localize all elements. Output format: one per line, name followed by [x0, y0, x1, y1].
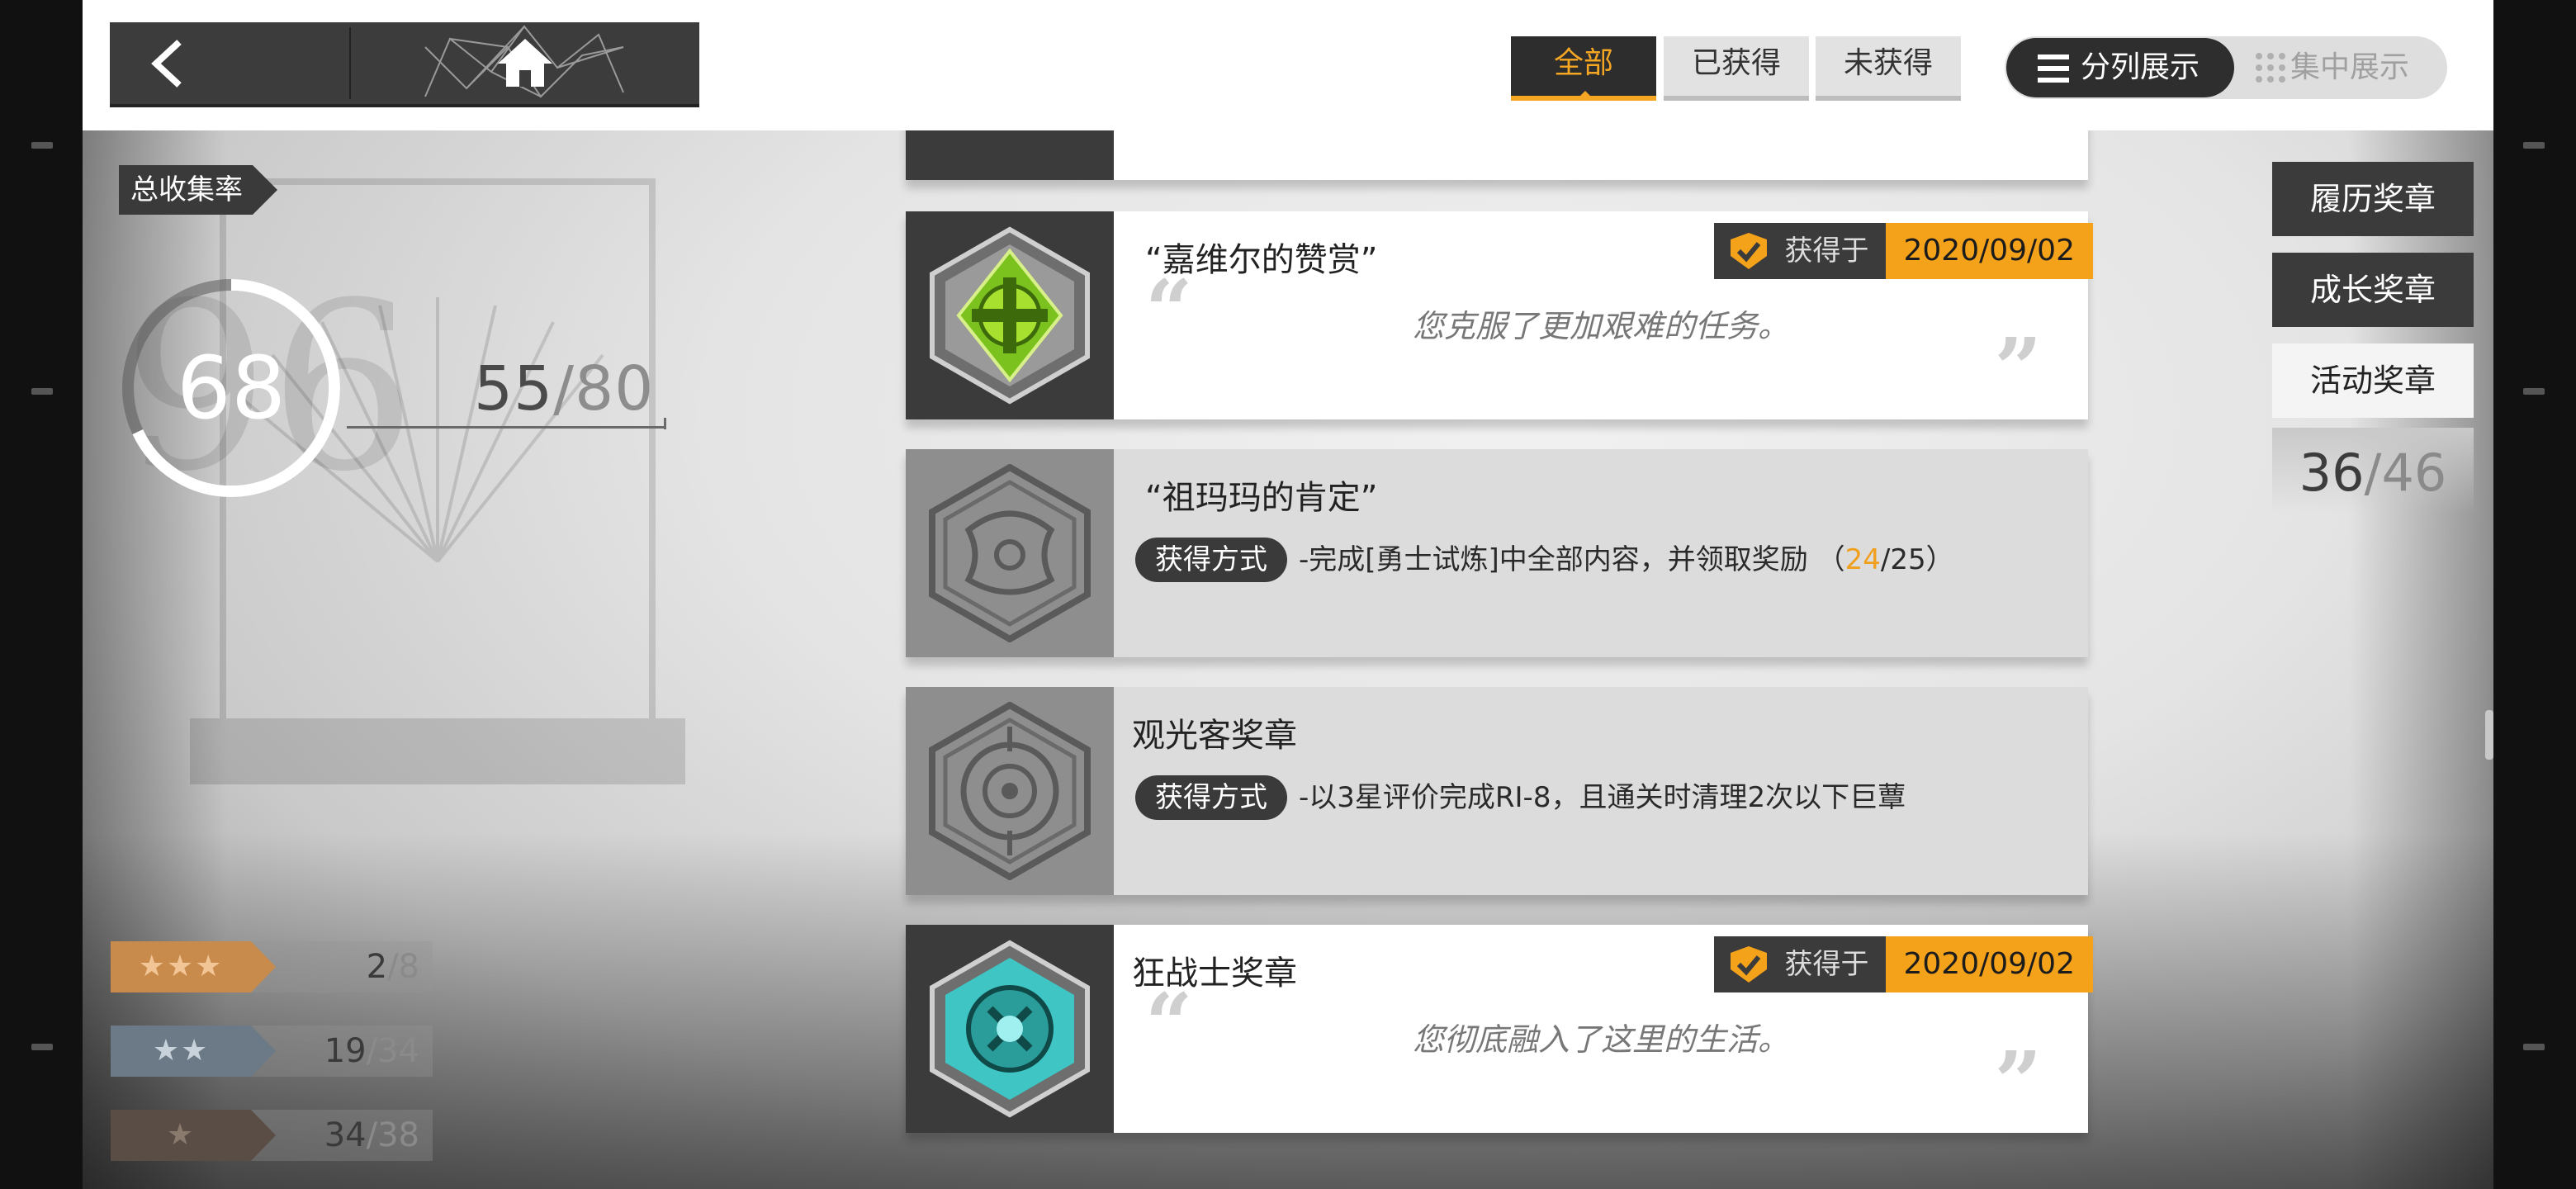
check-badge-icon: [1730, 946, 1767, 983]
dragon-medal-icon: [929, 464, 1091, 642]
two-star-stat: ★★ 19/34: [111, 1026, 433, 1077]
filter-tab-all[interactable]: 全部: [1511, 36, 1656, 101]
category-tab-growth[interactable]: 成长奖章: [2272, 253, 2474, 327]
frame-tick: [2523, 1044, 2545, 1050]
obtained-badge: 获得于 2020/09/02: [1713, 936, 2093, 992]
frame-tick: [31, 388, 53, 395]
home-icon: [498, 39, 552, 87]
medal-card-locked[interactable]: 观光客奖章 获得方式 -以3星评价完成RI-8，且通关时清理2次以下巨蕈: [906, 687, 2088, 895]
view-mode-toggle: 分列展示 集中展示: [2005, 36, 2447, 99]
two-star-tag: ★★: [111, 1026, 276, 1077]
obtained-label-box: 获得于: [1713, 936, 1886, 992]
obtained-label: 获得于: [1784, 234, 1869, 268]
one-star-total: 38: [377, 1116, 419, 1154]
acquire-method-text: -完成[勇士试炼]中全部内容，并领取奖励 （: [1299, 543, 1845, 576]
one-star-count: 34/38: [324, 1116, 419, 1154]
quote-close-mark: ”: [1994, 1033, 2042, 1130]
frame-tick: [2523, 142, 2545, 149]
one-star-stat: ★ 34/38: [111, 1110, 433, 1161]
three-star-total: 8: [398, 948, 419, 986]
obtained-label-box: 获得于: [1713, 223, 1886, 279]
check-badge-icon: [1730, 233, 1767, 269]
medal-description: 您克服了更加艰难的任务。: [1412, 308, 1789, 344]
quote-close-mark: ”: [1994, 320, 2042, 417]
two-star-icons: ★★: [152, 1034, 210, 1068]
collection-rate-label: 总收集率: [119, 165, 277, 215]
acquire-method-label: 获得方式: [1135, 775, 1287, 820]
list-icon: [2038, 54, 2069, 83]
progress-current: 24: [1844, 543, 1881, 576]
total-medals: 80: [575, 353, 655, 424]
home-button[interactable]: [351, 22, 699, 104]
frame-tick: [31, 142, 53, 149]
event-total: 46: [2381, 443, 2447, 503]
two-star-total: 34: [377, 1032, 419, 1070]
obtained-date: 2020/09/02: [1885, 936, 2093, 992]
acquire-method: 获得方式 -完成[勇士试炼]中全部内容，并领取奖励 （24/25）: [1135, 537, 1954, 582]
total-obtained: 55: [474, 353, 554, 424]
nav-box: [110, 22, 699, 104]
total-medal-count: 55/80: [474, 353, 655, 424]
obtained-label: 获得于: [1784, 948, 1869, 981]
view-focus-button[interactable]: 集中展示: [2249, 38, 2444, 97]
three-star-stat: ★★★ 2/8: [111, 941, 433, 992]
count-underline: [347, 426, 665, 429]
filter-tab-not-obtained[interactable]: 未获得: [1816, 36, 1961, 101]
frame-tick: [31, 1044, 53, 1050]
filter-tab-obtained[interactable]: 已获得: [1664, 36, 1809, 101]
medal-card[interactable]: “嘉维尔的赞赏” 获得于 2020/09/02 “ 您克服了更加艰难的任务。 ”: [906, 211, 2093, 419]
obtained-date: 2020/09/02: [1885, 223, 2093, 279]
one-star-icons: ★: [166, 1118, 196, 1152]
progress-total: /25）: [1880, 543, 1954, 576]
one-star-obtained: 34: [324, 1116, 367, 1154]
view-split-button[interactable]: 分列展示: [2006, 38, 2234, 97]
event-obtained: 36: [2299, 443, 2365, 503]
eye-target-medal-icon: [929, 702, 1091, 880]
frame-tick: [2523, 388, 2545, 395]
count-underline-tick: [664, 418, 666, 429]
view-focus-label: 集中展示: [2290, 50, 2410, 84]
three-star-tag: ★★★: [111, 941, 276, 992]
acquire-method: 获得方式 -以3星评价完成RI-8，且通关时清理2次以下巨蕈: [1135, 775, 1906, 820]
obtained-badge: 获得于 2020/09/02: [1713, 223, 2093, 279]
one-star-tag: ★: [111, 1110, 276, 1161]
category-tab-history[interactable]: 履历奖章: [2272, 162, 2474, 236]
three-star-count: 2/8: [366, 948, 419, 986]
collection-rate-value: 68: [176, 338, 286, 438]
medal-title: “祖玛玛的肯定”: [1145, 479, 1378, 517]
medal-icon-frame: [906, 687, 1114, 895]
medal-card[interactable]: 狂战士奖章 获得于 2020/09/02 “ 您彻底融入了这里的生活。 ”: [906, 925, 2093, 1133]
acquire-method-text: -以3星评价完成RI-8，且通关时清理2次以下巨蕈: [1299, 781, 1906, 814]
medal-icon-frame: [906, 449, 1114, 657]
scrollbar-thumb[interactable]: [2485, 710, 2493, 760]
acquire-method-label: 获得方式: [1135, 538, 1287, 582]
chevron-left-icon: [151, 40, 182, 88]
medal-screen: 总收集率 96 68 55/80 ★★★ 2/8 ★★ 19/34 ★ 34/3…: [0, 0, 2576, 1189]
three-star-icons: ★★★: [138, 950, 224, 983]
category-event-count: 36/46: [2272, 428, 2474, 514]
filter-tab-all-label: 全部: [1553, 46, 1613, 80]
back-button[interactable]: [110, 22, 349, 104]
medal-description: 您彻底融入了这里的生活。: [1412, 1021, 1789, 1058]
three-star-obtained: 2: [366, 948, 388, 986]
two-star-obtained: 19: [324, 1032, 367, 1070]
medal-card-locked[interactable]: “祖玛玛的肯定” 获得方式 -完成[勇士试炼]中全部内容，并领取奖励 （24/25…: [906, 449, 2088, 657]
two-star-count: 19/34: [324, 1032, 419, 1070]
category-tab-event[interactable]: 活动奖章: [2272, 343, 2474, 418]
medal-title: 观光客奖章: [1132, 717, 1297, 755]
grid-dots-icon: [2256, 53, 2285, 83]
view-split-label: 分列展示: [2081, 50, 2200, 84]
